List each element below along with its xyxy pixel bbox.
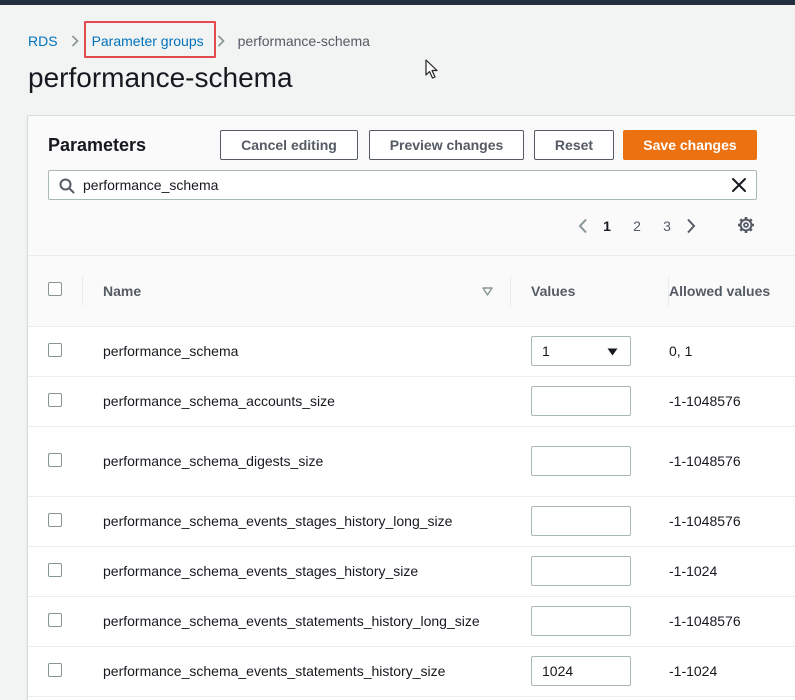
previous-page-chevron-icon[interactable] xyxy=(574,218,592,234)
table-row: performance_schema_events_stages_history… xyxy=(28,546,795,597)
preview-changes-button[interactable]: Preview changes xyxy=(369,130,524,160)
breadcrumb-current: performance-schema xyxy=(237,33,370,49)
clear-search-icon[interactable] xyxy=(731,177,747,198)
row-checkbox[interactable] xyxy=(48,392,62,407)
value-input[interactable] xyxy=(531,506,631,536)
select-all-header xyxy=(28,256,83,327)
mouse-cursor-icon xyxy=(425,59,439,84)
top-navigation-bar xyxy=(0,0,795,5)
table-row: performance_schema_digests_size -1-10485… xyxy=(28,426,795,497)
pagination: 1 2 3 xyxy=(574,214,700,238)
row-checkbox[interactable] xyxy=(48,612,62,627)
allowed-values: -1-1048576 xyxy=(669,426,795,497)
parameter-name: performance_schema_accounts_size xyxy=(83,376,511,427)
parameters-heading: Parameters xyxy=(48,135,147,155)
allowed-values: -1-1048576 xyxy=(669,496,795,547)
name-column-header[interactable]: Name xyxy=(83,256,511,327)
name-column-label: Name xyxy=(103,282,142,299)
value-input[interactable] xyxy=(531,446,631,476)
parameter-name: performance_schema_events_statements_his… xyxy=(83,596,511,647)
parameter-name: performance_schema_events_statements_his… xyxy=(83,646,511,697)
parameters-panel: Parameters Cancel editing Preview change… xyxy=(27,115,795,700)
table-row: performance_schema_events_stages_history… xyxy=(28,496,795,547)
values-column-label: Values xyxy=(531,282,576,299)
cancel-editing-button[interactable]: Cancel editing xyxy=(220,130,358,160)
table-row: performance_schema_accounts_size -1-1048… xyxy=(28,376,795,427)
parameter-name: performance_schema_digests_size xyxy=(83,426,511,497)
value-input[interactable] xyxy=(531,606,631,636)
value-select-selected: 1 xyxy=(542,343,550,359)
save-changes-button[interactable]: Save changes xyxy=(623,130,757,160)
table-row: performance_schema_events_statements_his… xyxy=(28,596,795,647)
table-row: performance_schema 1 0, 1 xyxy=(28,326,795,377)
allowed-values: -1-1024 xyxy=(669,546,795,597)
sort-descending-icon[interactable] xyxy=(482,283,493,299)
breadcrumb-chevron-icon xyxy=(217,35,225,47)
settings-gear-icon[interactable] xyxy=(737,216,755,239)
values-column-header: Values xyxy=(511,256,669,327)
page-2-button[interactable]: 2 xyxy=(622,218,652,234)
page-1-button[interactable]: 1 xyxy=(592,218,622,234)
parameter-name: performance_schema_events_stages_history… xyxy=(83,496,511,547)
breadcrumb-chevron-icon xyxy=(71,35,79,47)
parameter-name: performance_schema xyxy=(83,326,511,377)
allowed-values-column-header: Allowed values xyxy=(669,256,795,327)
page-3-button[interactable]: 3 xyxy=(652,218,682,234)
row-checkbox[interactable] xyxy=(48,562,62,577)
allowed-values-column-label: Allowed values xyxy=(669,282,771,299)
allowed-values: -1-1048576 xyxy=(669,376,795,427)
row-checkbox[interactable] xyxy=(48,342,62,357)
row-checkbox[interactable] xyxy=(48,662,62,677)
allowed-values: 0, 1 xyxy=(669,326,795,377)
search-field[interactable] xyxy=(48,170,757,200)
value-input[interactable] xyxy=(531,656,631,686)
allowed-values: -1-1024 xyxy=(669,646,795,697)
allowed-values: -1-1048576 xyxy=(669,596,795,647)
reset-button[interactable]: Reset xyxy=(534,130,614,160)
select-all-checkbox[interactable] xyxy=(48,282,62,297)
search-icon xyxy=(59,178,75,199)
parameter-name: performance_schema_events_stages_history… xyxy=(83,546,511,597)
breadcrumb-rds-link[interactable]: RDS xyxy=(28,33,58,49)
caret-down-icon xyxy=(607,343,618,359)
value-input[interactable] xyxy=(531,386,631,416)
table-header-row: Name Values Allowed values xyxy=(28,256,795,327)
row-checkbox[interactable] xyxy=(48,512,62,527)
next-page-chevron-icon[interactable] xyxy=(682,218,700,234)
annotation-highlight-box xyxy=(84,21,216,58)
table-row: performance_schema_events_statements_his… xyxy=(28,646,795,697)
row-checkbox[interactable] xyxy=(48,452,62,467)
parameters-panel-header: Parameters Cancel editing Preview change… xyxy=(28,116,795,256)
value-select[interactable]: 1 xyxy=(531,336,631,366)
value-input[interactable] xyxy=(531,556,631,586)
parameters-table: Name Values Allowed values performance_s… xyxy=(28,256,795,697)
page-title: performance-schema xyxy=(28,62,293,93)
search-input[interactable] xyxy=(83,171,723,199)
